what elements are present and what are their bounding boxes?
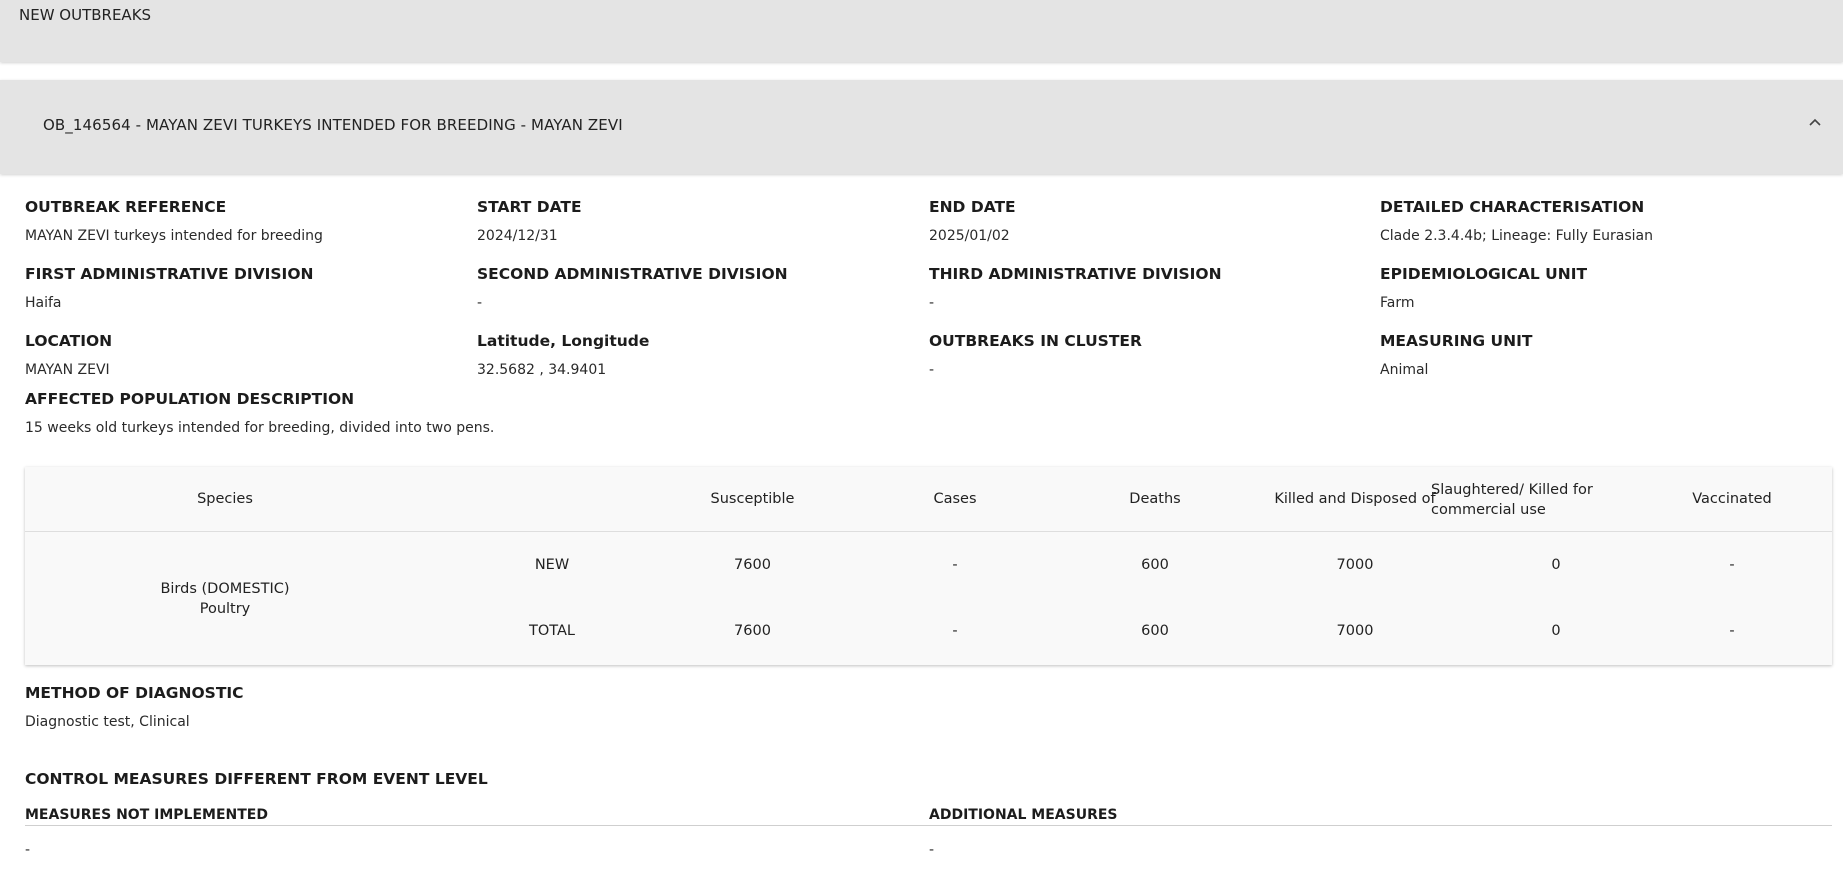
- field-start-date: START DATE 2024/12/31: [477, 198, 582, 244]
- field-label: SECOND ADMINISTRATIVE DIVISION: [477, 265, 788, 283]
- field-value: -: [477, 295, 483, 311]
- field-value: -: [929, 295, 935, 311]
- field-epidemiological-unit: EPIDEMIOLOGICAL UNIT Farm: [1380, 265, 1587, 311]
- column-header-slaughtered: Slaughtered/ Killed for commercial use: [1431, 480, 1631, 520]
- species-line1: Birds (DOMESTIC): [160, 581, 290, 597]
- field-value: -: [929, 362, 935, 378]
- field-label: OUTBREAK REFERENCE: [25, 198, 227, 216]
- species-table: Species Susceptible Cases Deaths Killed …: [25, 467, 1832, 665]
- field-label: END DATE: [929, 198, 1016, 216]
- field-end-date: END DATE 2025/01/02: [929, 198, 1016, 244]
- species-line2: Poultry: [199, 601, 251, 617]
- divider: [25, 825, 1832, 826]
- field-first-admin-division: FIRST ADMINISTRATIVE DIVISION Haifa: [25, 265, 313, 311]
- section-title: NEW OUTBREAKS: [19, 6, 152, 24]
- field-detailed-characterisation: DETAILED CHARACTERISATION Clade 2.3.4.4b…: [1380, 198, 1653, 244]
- field-label: DETAILED CHARACTERISATION: [1380, 198, 1645, 216]
- field-label: Latitude, Longitude: [477, 332, 650, 350]
- outbreak-title: OB_146564 - MAYAN ZEVI TURKEYS INTENDED …: [43, 116, 623, 134]
- column-header-slaughtered-line1: Slaughtered/ Killed for: [1431, 482, 1593, 498]
- field-value: Clade 2.3.4.4b; Lineage: Fully Eurasian: [1380, 228, 1654, 244]
- field-label: AFFECTED POPULATION DESCRIPTION: [25, 390, 355, 408]
- field-label: FIRST ADMINISTRATIVE DIVISION: [25, 265, 314, 283]
- control-measures-title: CONTROL MEASURES DIFFERENT FROM EVENT LE…: [25, 770, 488, 788]
- cell-vaccinated: -: [1729, 623, 1735, 639]
- field-value: Haifa: [25, 295, 62, 311]
- field-measuring-unit: MEASURING UNIT Animal: [1380, 332, 1532, 378]
- field-value: 2025/01/02: [929, 228, 1010, 244]
- field-label: MEASURING UNIT: [1380, 332, 1533, 350]
- field-value: 32.5682 , 34.9401: [477, 362, 607, 378]
- field-label: EPIDEMIOLOGICAL UNIT: [1380, 265, 1588, 283]
- measures-not-implemented-label: MEASURES NOT IMPLEMENTED: [25, 807, 268, 823]
- field-outbreak-reference: OUTBREAK REFERENCE MAYAN ZEVI turkeys in…: [25, 198, 323, 244]
- field-method-of-diagnostic: METHOD OF DIAGNOSTIC Diagnostic test, Cl…: [25, 684, 244, 730]
- field-value: Diagnostic test, Clinical: [25, 714, 190, 730]
- outbreak-panel-header[interactable]: OB_146564 - MAYAN ZEVI TURKEYS INTENDED …: [0, 80, 1843, 174]
- additional-measures-value: -: [929, 842, 935, 858]
- field-location: LOCATION MAYAN ZEVI: [25, 332, 112, 378]
- field-value: MAYAN ZEVI turkeys intended for breeding: [25, 228, 323, 244]
- field-label: THIRD ADMINISTRATIVE DIVISION: [929, 265, 1222, 283]
- field-value: Farm: [1380, 295, 1415, 311]
- section-header: NEW OUTBREAKS: [0, 0, 1843, 62]
- field-outbreaks-in-cluster: OUTBREAKS IN CLUSTER -: [929, 332, 1142, 378]
- additional-measures-label: ADDITIONAL MEASURES: [929, 807, 1118, 823]
- chevron-up-icon[interactable]: [1807, 114, 1823, 130]
- field-value: MAYAN ZEVI: [25, 362, 110, 378]
- cell-vaccinated: -: [1729, 557, 1735, 573]
- field-label: LOCATION: [25, 332, 113, 350]
- column-header-species: Species: [197, 491, 253, 507]
- column-header-slaughtered-line2: commercial use: [1431, 502, 1546, 518]
- field-value: 15 weeks old turkeys intended for breedi…: [25, 420, 495, 436]
- field-label: START DATE: [477, 198, 582, 216]
- field-lat-long: Latitude, Longitude 32.5682 , 34.9401: [477, 332, 649, 378]
- species-cell: Birds (DOMESTIC) Poultry: [25, 579, 425, 619]
- field-second-admin-division: SECOND ADMINISTRATIVE DIVISION -: [477, 265, 788, 311]
- field-value: 2024/12/31: [477, 228, 558, 244]
- field-value: Animal: [1380, 362, 1429, 378]
- header-separator: [25, 531, 1832, 532]
- column-header-vaccinated: Vaccinated: [1692, 491, 1772, 507]
- field-label: OUTBREAKS IN CLUSTER: [929, 332, 1142, 350]
- field-label: METHOD OF DIAGNOSTIC: [25, 684, 244, 702]
- field-third-admin-division: THIRD ADMINISTRATIVE DIVISION -: [929, 265, 1222, 311]
- field-affected-population: AFFECTED POPULATION DESCRIPTION 15 weeks…: [25, 390, 494, 436]
- measures-not-implemented-value: -: [25, 842, 31, 858]
